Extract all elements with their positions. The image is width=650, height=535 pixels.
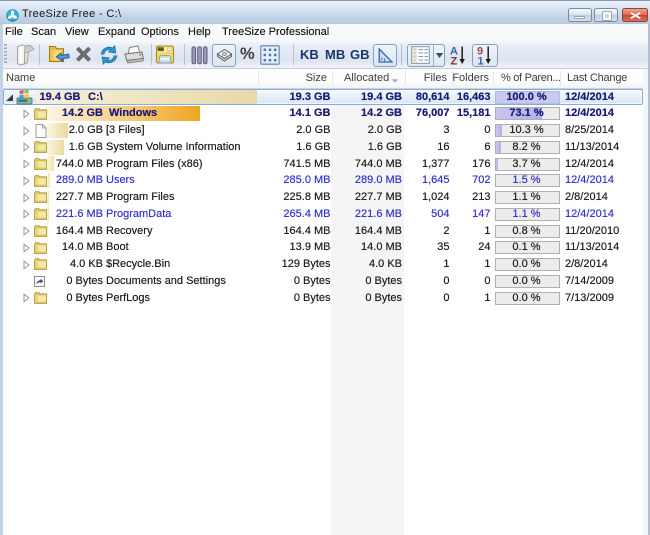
svg-text:1: 1: [478, 56, 484, 67]
svg-text:Z: Z: [451, 56, 458, 67]
